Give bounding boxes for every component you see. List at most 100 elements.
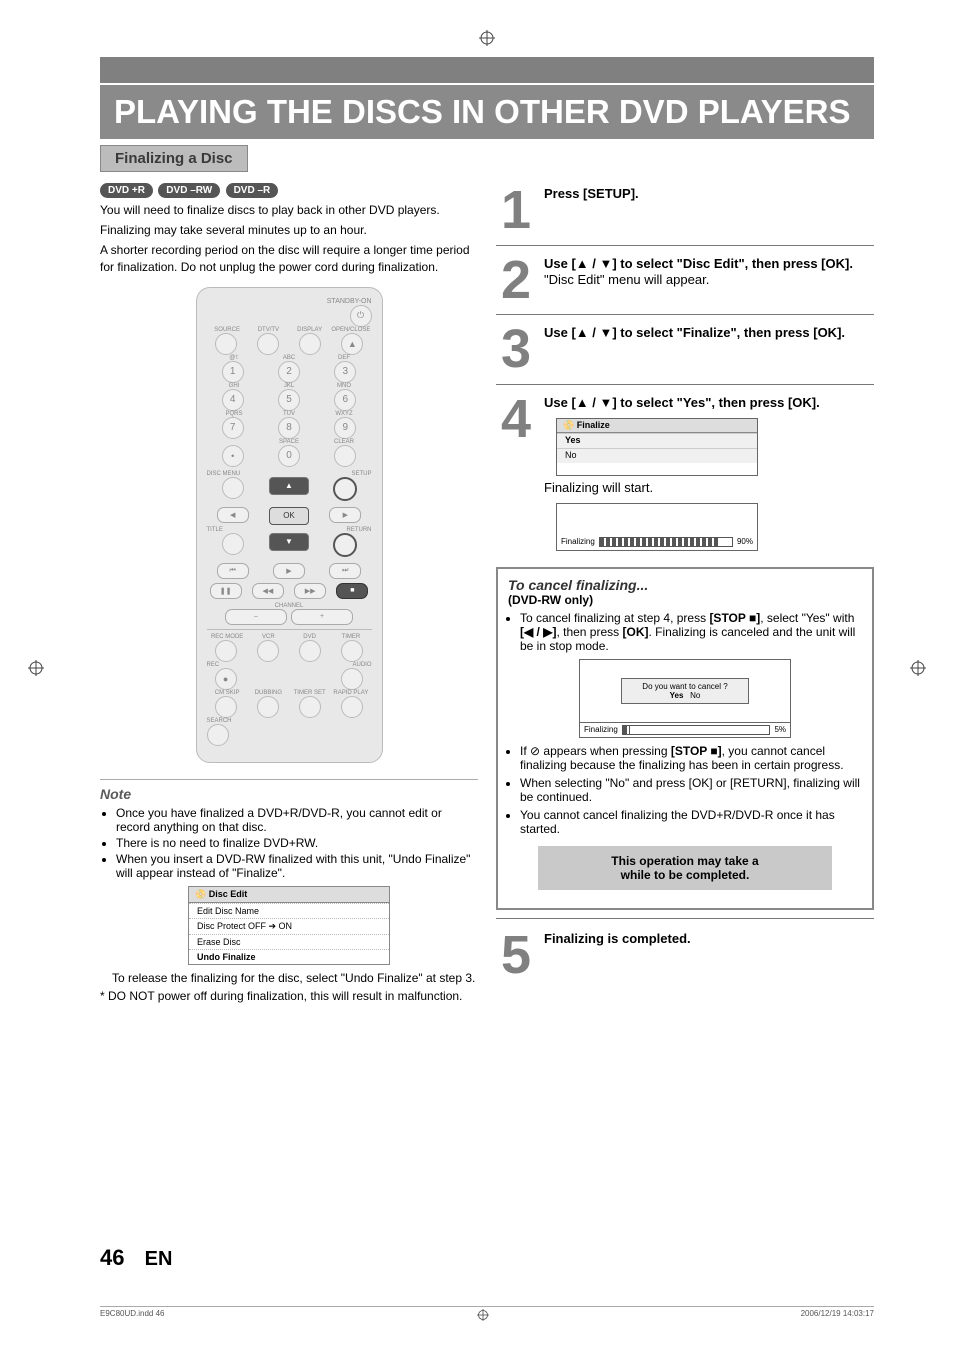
disc-badge: DVD –RW (158, 183, 220, 198)
dvd-button-icon (299, 640, 321, 662)
rapid-play-label: RAPID PLAY (330, 690, 371, 696)
finalize-menu-title: Finalize (577, 420, 610, 430)
timer-set-label: TIMER SET (289, 690, 330, 696)
section-heading: Finalizing a Disc (100, 145, 248, 172)
step-number: 1 (501, 180, 531, 240)
note-item: There is no need to finalize DVD+RW. (116, 836, 478, 850)
menu-item: Erase Disc (189, 934, 389, 949)
dubbing-button-icon (257, 696, 279, 718)
return-button-icon (333, 533, 357, 557)
up-arrow-button: ▲ (269, 477, 309, 495)
step-text: Finalizing is completed. (544, 931, 691, 946)
dvd-label: DVD (289, 634, 330, 640)
step-text: Use [▲ / ▼] to select "Yes", then press … (544, 395, 820, 410)
cancel-box: To cancel finalizing... (DVD-RW only) To… (496, 567, 874, 910)
step-number: 5 (501, 925, 531, 985)
disc-badge: DVD –R (226, 183, 279, 198)
left-arrow-button: ◀ (217, 507, 249, 523)
rec-mode-button-icon (215, 640, 237, 662)
menu-item: Undo Finalize (189, 949, 389, 964)
return-label: RETURN (347, 527, 372, 533)
audio-button-icon (341, 668, 363, 690)
rapid-play-button-icon (341, 696, 363, 718)
warning-line: This operation may take a (546, 854, 824, 868)
disc-edit-menu: 📀 Disc Edit Edit Disc Name Disc Protect … (188, 886, 390, 965)
step-2: 2 Use [▲ / ▼] to select "Disc Edit", the… (496, 252, 874, 316)
finalize-progress-screen: Finalizing 90% (556, 503, 758, 551)
progress-fill (600, 538, 719, 546)
page-lang: EN (145, 1248, 173, 1270)
step-subtext: "Disc Edit" menu will appear. (544, 272, 709, 287)
num-4-button: 4 (222, 389, 244, 411)
num-0-button: 0 (278, 445, 300, 467)
num-1-button: 1 (222, 361, 244, 383)
step-number: 3 (501, 319, 531, 379)
finalize-yes: Yes (557, 433, 757, 448)
search-button-icon (207, 724, 229, 746)
display-label: DISPLAY (289, 327, 330, 333)
step-4: 4 Use [▲ / ▼] to select "Yes", then pres… (496, 391, 874, 561)
setup-button-icon (333, 477, 357, 501)
open-close-label: OPEN/CLOSE (330, 327, 371, 333)
cancel-dialog: Do you want to cancel ? Yes No Finalizin… (579, 659, 791, 738)
standby-button-icon: ⏻ (350, 305, 372, 327)
cancel-item: When selecting "No" and press [OK] or [R… (520, 776, 862, 804)
right-arrow-button: ▶ (329, 507, 361, 523)
search-label: SEARCH (207, 718, 372, 724)
cancel-dialog-question: Do you want to cancel ? (625, 682, 745, 691)
warning-box: This operation may take a while to be co… (538, 846, 832, 890)
note-asterisk: * DO NOT power off during finalization, … (100, 989, 478, 1003)
progress-fill (623, 726, 630, 734)
keypad-label: TUV (262, 411, 317, 417)
print-footer: E9C80UD.indd 46 2006/12/19 14:03:17 (100, 1306, 874, 1323)
clear-button-icon (334, 445, 356, 467)
keypad-label: WXYZ (317, 411, 372, 417)
pause-button-icon: ❚❚ (210, 583, 242, 599)
keypad-label: SPACE (262, 439, 317, 445)
header-bar (100, 57, 874, 83)
channel-label: CHANNEL (207, 603, 372, 609)
page-footer: 46 EN (100, 1245, 172, 1271)
disc-menu-button-icon (222, 477, 244, 499)
intro-paragraph: You will need to finalize discs to play … (100, 202, 478, 218)
audio-label: AUDIO (352, 662, 371, 668)
print-date: 2006/12/19 14:03:17 (801, 1309, 874, 1323)
cancel-dialog-yes: Yes (670, 691, 684, 700)
dtv-tv-button-icon (257, 333, 279, 355)
menu-item: Disc Protect OFF ➔ ON (189, 918, 389, 934)
timer-button-icon (341, 640, 363, 662)
display-button-icon (299, 333, 321, 355)
note-heading: Note (100, 786, 478, 802)
finalize-no: No (557, 448, 757, 463)
next-button-icon: ⏭ (329, 563, 361, 579)
registration-mark-right (910, 660, 926, 676)
disc-menu-label: DISC MENU (207, 471, 241, 477)
rew-button-icon: ◀◀ (252, 583, 284, 599)
source-label: SOURCE (207, 327, 248, 333)
stop-button-icon: ■ (336, 583, 368, 599)
dubbing-label: DUBBING (248, 690, 289, 696)
dtv-tv-label: DTV/TV (248, 327, 289, 333)
step-text: Press [SETUP]. (544, 186, 639, 201)
step-3: 3 Use [▲ / ▼] to select "Finalize", then… (496, 321, 874, 385)
standby-label: STANDBY-ON (207, 298, 372, 305)
step-1: ​1 Press [SETUP]. (496, 182, 874, 246)
setup-label: SETUP (351, 471, 371, 477)
cancel-dialog-no: No (690, 691, 700, 700)
rec-label: REC (207, 662, 220, 668)
progress-percent: 90% (737, 537, 753, 547)
channel-down: – (225, 609, 287, 625)
title-button-icon (222, 533, 244, 555)
intro-paragraph: Finalizing may take several minutes up t… (100, 222, 478, 238)
channel-up: + (291, 609, 353, 625)
cancel-item: To cancel finalizing at step 4, press [S… (520, 611, 862, 653)
rec-button-icon: ● (215, 668, 237, 690)
page-title: PLAYING THE DISCS IN OTHER DVD PLAYERS (100, 85, 874, 139)
registration-mark-bottom (477, 1309, 489, 1323)
timer-set-button-icon (299, 696, 321, 718)
finalize-menu: 📀 Finalize Yes No (556, 418, 758, 476)
note-section: Note Once you have finalized a DVD+R/DVD… (100, 779, 478, 1003)
dot-button: • (222, 445, 244, 467)
keypad-label: @!: (207, 355, 262, 361)
prohibit-icon: ⊘ (530, 744, 540, 758)
